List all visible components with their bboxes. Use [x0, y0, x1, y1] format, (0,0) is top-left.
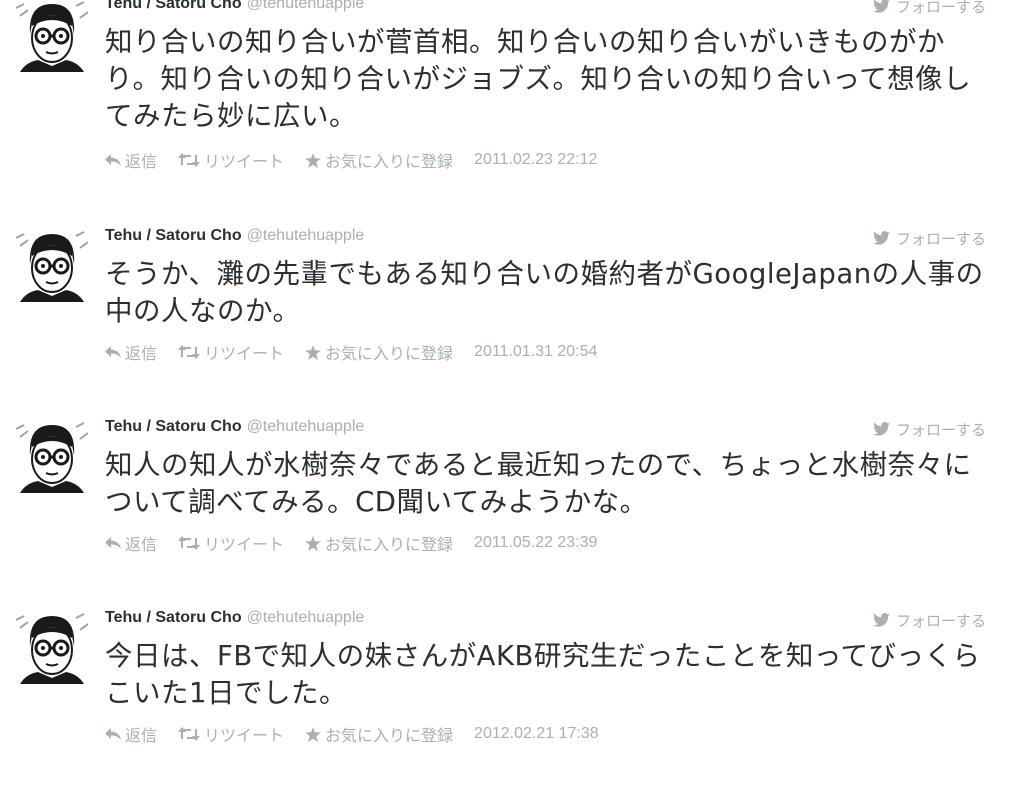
retweet-icon: [178, 345, 201, 359]
follow-label: フォローする: [895, 420, 986, 439]
user-handle[interactable]: @tehutehuapple: [247, 609, 365, 627]
reply-button[interactable]: 返信: [105, 340, 157, 364]
avatar-illustration: [16, 0, 88, 72]
favorite-label: お気に入りに登録: [325, 344, 454, 363]
reply-label: 返信: [125, 726, 158, 745]
tweet-header: Tehu / Satoru Cho @tehutehuapple: [105, 418, 364, 442]
reply-arrow-icon: [105, 154, 121, 166]
follow-button[interactable]: フォローする: [873, 608, 986, 632]
follow-button[interactable]: フォローする: [873, 226, 986, 250]
reply-arrow-icon: [105, 537, 121, 549]
user-name[interactable]: Tehu / Satoru Cho: [105, 227, 242, 245]
avatar-illustration: [16, 421, 88, 493]
retweet-button[interactable]: リツイート: [178, 722, 284, 746]
star-icon: [305, 344, 321, 360]
tweet-timestamp[interactable]: 2011.05.22 23:39: [474, 534, 597, 552]
retweet-icon: [178, 536, 201, 550]
favorite-label: お気に入りに登録: [325, 152, 454, 171]
follow-button[interactable]: フォローする: [873, 0, 986, 18]
twitter-bird-icon: [873, 231, 890, 245]
reply-arrow-icon: [105, 346, 121, 358]
reply-button[interactable]: 返信: [105, 531, 157, 555]
twitter-bird-icon: [873, 613, 890, 627]
tweet: Tehu / Satoru Cho @tehutehuapple フォローする …: [0, 418, 1016, 611]
star-icon: [305, 726, 321, 742]
favorite-button[interactable]: お気に入りに登録: [305, 148, 453, 172]
tweet-text: そうか、灘の先輩でもある知り合いの婚約者がGoogleJapanの人事の中の人な…: [105, 258, 984, 327]
favorite-button[interactable]: お気に入りに登録: [305, 531, 453, 555]
tweet-text: 今日は、FBで知人の妹さんがAKB研究生だったことを知ってびっくらこいた1日でし…: [105, 640, 981, 709]
follow-label: フォローする: [895, 611, 986, 630]
tweet-timestamp[interactable]: 2011.02.23 22:12: [474, 151, 597, 169]
user-handle[interactable]: @tehutehuapple: [247, 0, 365, 13]
avatar[interactable]: [16, 421, 88, 493]
tweet: Tehu / Satoru Cho @tehutehuapple フォローする …: [0, 227, 1016, 420]
avatar-illustration: [16, 230, 88, 302]
star-icon: [305, 152, 321, 168]
tweet-actions: 返信 リツイート お気に入りに登録 2011.01.31 20:54: [105, 340, 597, 364]
retweet-button[interactable]: リツイート: [178, 531, 284, 555]
tweet: Tehu / Satoru Cho @tehutehuapple フォローする …: [0, 0, 1016, 190]
reply-arrow-icon: [105, 728, 121, 740]
retweet-icon: [178, 153, 201, 167]
reply-button[interactable]: 返信: [105, 148, 157, 172]
retweet-label: リツイート: [204, 726, 285, 745]
user-name[interactable]: Tehu / Satoru Cho: [105, 0, 242, 13]
reply-button[interactable]: 返信: [105, 722, 157, 746]
favorite-button[interactable]: お気に入りに登録: [305, 340, 453, 364]
reply-label: 返信: [125, 152, 158, 171]
reply-label: 返信: [125, 535, 158, 554]
follow-label: フォローする: [895, 229, 986, 248]
tweet-actions: 返信 リツイート お気に入りに登録 2011.02.23 22:12: [105, 148, 597, 172]
twitter-bird-icon: [873, 0, 890, 13]
avatar[interactable]: [16, 612, 88, 684]
star-icon: [305, 535, 321, 551]
retweet-label: リツイート: [204, 535, 285, 554]
tweet-timestamp[interactable]: 2012.02.21 17:38: [474, 725, 599, 743]
follow-button[interactable]: フォローする: [873, 417, 986, 441]
tweet-actions: 返信 リツイート お気に入りに登録 2011.05.22 23:39: [105, 531, 597, 555]
tweet-timestamp[interactable]: 2011.01.31 20:54: [474, 343, 597, 361]
user-handle[interactable]: @tehutehuapple: [247, 418, 365, 436]
tweet-actions: 返信 リツイート お気に入りに登録 2012.02.21 17:38: [105, 722, 599, 746]
tweet-header: Tehu / Satoru Cho @tehutehuapple: [105, 609, 364, 633]
avatar-illustration: [16, 612, 88, 684]
favorite-label: お気に入りに登録: [325, 726, 454, 745]
favorite-label: お気に入りに登録: [325, 535, 454, 554]
retweet-label: リツイート: [204, 344, 285, 363]
retweet-button[interactable]: リツイート: [178, 148, 284, 172]
tweet-text: 知人の知人が水樹奈々であると最近知ったので、ちょっと水樹奈々について調べてみる。…: [105, 449, 972, 518]
retweet-icon: [178, 727, 201, 741]
tweet-header: Tehu / Satoru Cho @tehutehuapple: [105, 227, 364, 251]
retweet-label: リツイート: [204, 152, 285, 171]
user-name[interactable]: Tehu / Satoru Cho: [105, 418, 242, 436]
user-name[interactable]: Tehu / Satoru Cho: [105, 609, 242, 627]
tweet-header: Tehu / Satoru Cho @tehutehuapple: [105, 0, 364, 19]
favorite-button[interactable]: お気に入りに登録: [305, 722, 453, 746]
retweet-button[interactable]: リツイート: [178, 340, 284, 364]
tweet-text: 知り合いの知り合いが菅首相。知り合いの知り合いがいきものがかり。知り合いの知り合…: [105, 26, 972, 132]
avatar[interactable]: [16, 0, 88, 72]
reply-label: 返信: [125, 344, 158, 363]
twitter-bird-icon: [873, 422, 890, 436]
tweet: Tehu / Satoru Cho @tehutehuapple フォローする …: [0, 609, 1016, 802]
user-handle[interactable]: @tehutehuapple: [247, 227, 365, 245]
follow-label: フォローする: [895, 0, 986, 16]
avatar[interactable]: [16, 230, 88, 302]
